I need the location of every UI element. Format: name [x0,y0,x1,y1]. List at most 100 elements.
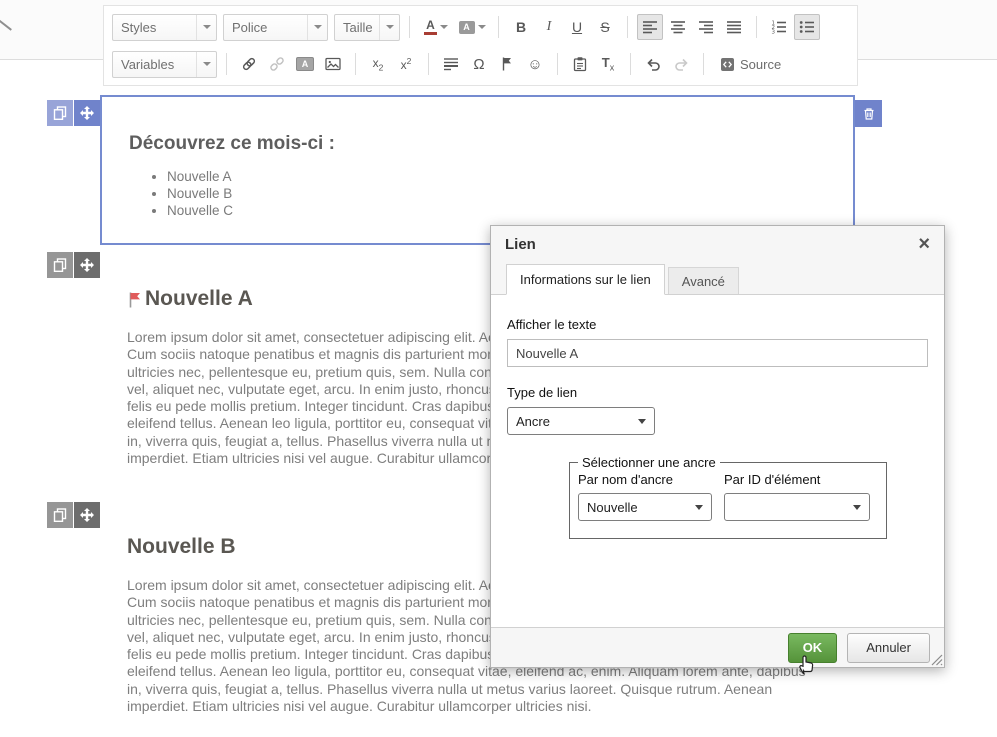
list-item[interactable]: Nouvelle A [167,168,853,185]
link-type-select[interactable]: Ancre [507,407,655,435]
font-combo[interactable]: Police [223,14,328,41]
source-button[interactable]: Source [713,51,788,77]
chevron-down-icon [638,419,646,424]
superscript-button[interactable]: x2 [393,51,419,77]
anchor-fieldset-legend: Sélectionner une ancre [578,455,720,470]
flag-icon [499,56,515,72]
link-button[interactable] [236,51,262,77]
size-combo[interactable]: Taille [334,14,400,41]
source-button-label: Source [740,57,781,72]
summary-widget[interactable]: Découvrez ce mois-ci : Nouvelle A Nouvel… [100,95,855,245]
widget-handles-summary [47,100,100,126]
unlink-icon [269,56,285,72]
move-icon [80,508,94,522]
align-left-button[interactable] [637,14,663,40]
align-left-icon [642,19,658,35]
redo-button[interactable] [668,51,694,77]
summary-heading[interactable]: Découvrez ce mois-ci : [102,133,853,155]
chevron-down-icon [440,25,448,29]
copy-handle-button[interactable] [47,502,73,528]
align-justify-button[interactable] [721,14,747,40]
size-combo-label: Taille [343,20,373,35]
toolbar-separator [428,53,429,75]
display-text-field[interactable] [507,339,928,367]
copy-handle-button[interactable] [47,252,73,278]
resize-grip[interactable] [929,652,943,666]
link-dialog: Lien × Informations sur le lien Avancé A… [490,225,945,668]
subscript-button[interactable]: x2 [365,51,391,77]
strikethrough-button[interactable]: S [592,14,618,40]
dialog-title-bar[interactable]: Lien × [491,226,944,262]
anchor-name-select[interactable]: Nouvelle [578,493,712,521]
close-icon[interactable]: × [918,234,930,254]
widget-handles-article-b [47,502,100,528]
text-color-button[interactable]: A [419,14,453,40]
article-b-title[interactable]: Nouvelle B [127,535,236,559]
cancel-button[interactable]: Annuler [847,633,930,663]
display-text-label: Afficher le texte [507,317,928,332]
anchor-button[interactable] [494,51,520,77]
unlink-button[interactable] [264,51,290,77]
chevron-down-icon [307,15,327,40]
tab-link-info[interactable]: Informations sur le lien [506,264,665,295]
background-color-button[interactable]: A [455,14,489,40]
tab-advanced[interactable]: Avancé [668,267,739,294]
move-handle-button[interactable] [74,252,100,278]
paste-button[interactable] [567,51,593,77]
horizontal-rule-button[interactable] [438,51,464,77]
special-character-button[interactable]: Ω [466,51,492,77]
underline-button[interactable]: U [564,14,590,40]
move-icon [80,258,94,272]
toolbar-separator [703,53,704,75]
move-handle-button[interactable] [74,502,100,528]
text-field-button[interactable]: A [292,51,318,77]
variables-combo[interactable]: Variables [112,51,217,78]
align-center-icon [670,19,686,35]
copy-icon [53,508,67,522]
summary-list: Nouvelle A Nouvelle B Nouvelle C [102,168,853,219]
superscript-icon: x2 [401,57,412,71]
dialog-tabs: Informations sur le lien Avancé [491,262,944,295]
anchor-id-select[interactable] [724,493,870,521]
list-item[interactable]: Nouvelle C [167,202,853,219]
chevron-down-icon [478,25,486,29]
move-handle-button[interactable] [74,100,100,126]
omega-icon: Ω [473,57,484,72]
widget-handles-article-a [47,252,100,278]
undo-icon [645,56,662,72]
clipboard-icon [572,56,588,72]
anchor-id-label: Par ID d'élément [724,472,870,487]
article-a-title[interactable]: Nouvelle A [127,287,253,311]
undo-button[interactable] [640,51,666,77]
hand-cursor-icon [800,656,813,674]
copy-handle-button[interactable] [47,100,73,126]
numbered-list-button[interactable]: 123 [766,14,792,40]
toolbar-separator [630,53,631,75]
numbered-list-icon: 123 [771,19,787,35]
image-button[interactable] [320,51,346,77]
move-icon [80,106,94,120]
delete-widget-button[interactable] [855,100,882,127]
bullet-list-button[interactable] [794,14,820,40]
align-center-button[interactable] [665,14,691,40]
italic-button[interactable]: I [536,14,562,40]
align-right-button[interactable] [693,14,719,40]
chevron-down-icon [379,15,399,40]
text-color-icon: A [424,19,437,35]
toolbar-row-2: Variables A x2 [112,48,849,80]
toolbar-separator [409,16,410,38]
article-title-text: Nouvelle B [127,535,236,559]
remove-format-button[interactable]: Tx [595,51,621,77]
background-color-icon: A [459,21,475,34]
horizontal-rule-icon [443,56,459,72]
align-right-icon [698,19,714,35]
list-item[interactable]: Nouvelle B [167,185,853,202]
editor-toolbar: Styles Police Taille A [103,5,858,86]
article-title-text: Nouvelle A [145,287,253,311]
toolbar-row-1: Styles Police Taille A [112,11,849,43]
bold-button[interactable]: B [508,14,534,40]
styles-combo[interactable]: Styles [112,14,217,41]
smiley-button[interactable]: ☺ [522,51,548,77]
trash-icon [862,107,876,121]
smiley-icon: ☺ [527,57,542,72]
